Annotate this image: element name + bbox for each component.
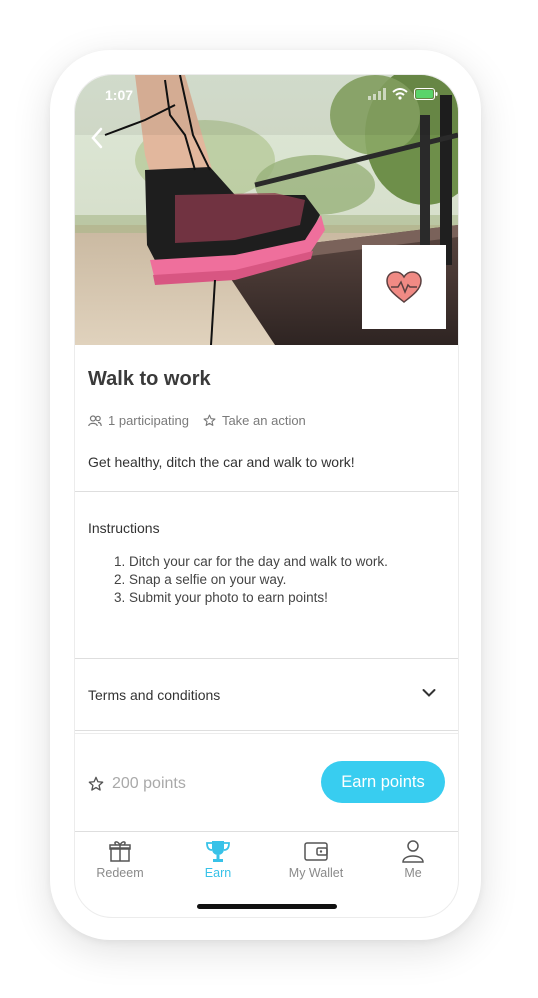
instructions-list: Ditch your car for the day and walk to w…: [111, 553, 388, 607]
terms-accordion[interactable]: Terms and conditions: [75, 658, 458, 730]
phone-frame: 1:07 Walk to work 1 participating Take a…: [50, 50, 481, 940]
signal-icon: [368, 88, 386, 100]
status-bar: 1:07: [75, 85, 458, 109]
terms-label: Terms and conditions: [88, 687, 221, 703]
heart-rate-icon: [386, 271, 422, 303]
instructions-title: Instructions: [88, 520, 160, 536]
tab-label: Redeem: [96, 866, 144, 880]
challenge-badge: [362, 245, 446, 329]
divider: [75, 491, 458, 492]
participants-icon: [88, 414, 102, 426]
instruction-step: Snap a selfie on your way.: [129, 571, 388, 589]
reward-row: 200 points Earn points: [75, 731, 458, 831]
gift-icon: [109, 841, 131, 862]
instruction-step: Submit your photo to earn points!: [129, 589, 388, 607]
trophy-icon: [206, 841, 230, 862]
points-display: 200 points: [88, 775, 186, 793]
status-time: 1:07: [105, 87, 134, 103]
wifi-icon: [392, 88, 408, 100]
tab-label: Me: [404, 866, 422, 880]
points-value: 200 points: [112, 775, 186, 792]
instruction-step: Ditch your car for the day and walk to w…: [129, 553, 388, 571]
back-chevron-icon[interactable]: [89, 127, 105, 149]
hero-image: 1:07: [75, 75, 458, 345]
star-outline-icon: [88, 776, 104, 791]
action-type: Take an action: [221, 413, 306, 428]
tab-earn[interactable]: Earn: [173, 839, 263, 880]
challenge-title: Walk to work: [88, 368, 211, 390]
tab-label: My Wallet: [288, 866, 344, 880]
screen: 1:07 Walk to work 1 participating Take a…: [74, 74, 459, 918]
tab-redeem[interactable]: Redeem: [75, 839, 165, 880]
tab-my-wallet[interactable]: My Wallet: [271, 839, 361, 880]
participants-count: 1 participating: [108, 413, 189, 428]
challenge-meta: 1 participating Take an action: [88, 413, 320, 428]
tab-me[interactable]: Me: [368, 839, 458, 880]
tab-label: Earn: [204, 866, 232, 880]
wallet-icon: [304, 842, 328, 861]
star-outline-icon: [203, 414, 216, 426]
challenge-description: Get healthy, ditch the car and walk to w…: [88, 454, 355, 470]
user-icon: [402, 840, 424, 863]
home-indicator[interactable]: [197, 904, 337, 909]
earn-points-button[interactable]: Earn points: [321, 761, 445, 803]
battery-icon: [414, 88, 438, 100]
chevron-down-icon[interactable]: [422, 688, 436, 698]
